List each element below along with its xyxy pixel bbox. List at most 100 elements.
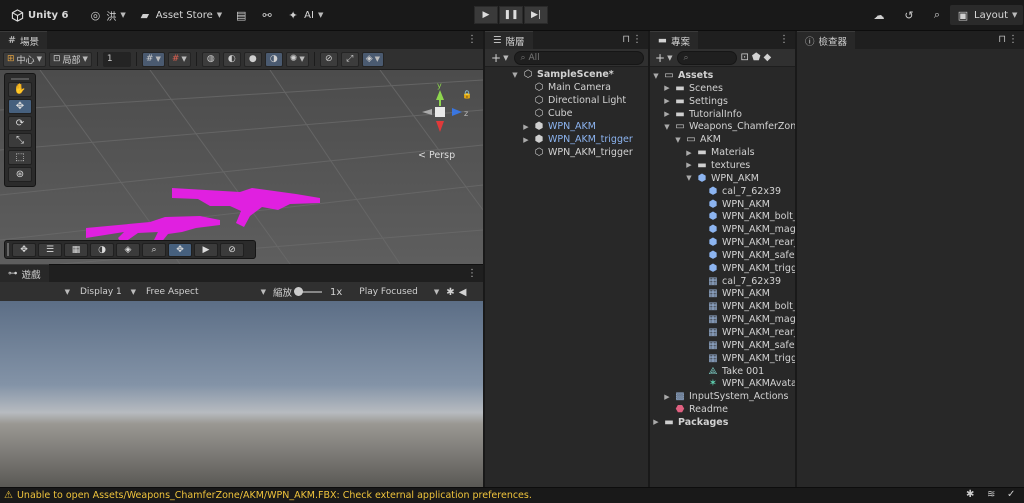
project-tree-item[interactable]: ▦ WPN_AKM_trigg [696,352,795,365]
tab-inspector[interactable]: ⓘ 檢查器 [797,31,856,49]
project-tree-item[interactable]: ⬢ WPN_AKM [696,198,770,211]
project-tree-item[interactable]: ▦ WPN_AKM_safe [696,339,794,352]
grid-visibility-button[interactable]: # ▼ [141,51,165,67]
overlay-lighting-button[interactable]: ◑ [90,242,114,257]
asset-store-button[interactable]: ▰ Asset Store ▼ [132,5,228,25]
project-tree-item[interactable]: ⬢ WPN_AKM_rear_ [696,236,795,249]
overlay-grid-button[interactable]: ▦ [64,242,88,257]
overlay-compass-button[interactable]: ⊘ [220,242,244,257]
fold-open-icon[interactable]: ▼ [652,72,660,80]
scale-tool-button[interactable]: ⤡ [8,133,32,148]
ai-button[interactable]: ✦ AI ▼ [280,5,329,25]
layers-dropdown[interactable]: ◈ ▼ [361,51,385,67]
lock-icon[interactable]: ⊓ [622,34,630,45]
hand-tool-button[interactable]: ✋ [8,82,32,97]
scene-viewport[interactable]: y z 🔒 < Persp [0,70,483,264]
hierarchy-item-cube[interactable]: ⬡ Cube [522,107,573,120]
bug-icon[interactable]: ✱ [446,287,454,298]
overlay-navigate-button[interactable]: ✥ [168,242,192,257]
project-tree-item[interactable]: ▶ ▬ Settings [663,95,728,108]
hierarchy-item-wpn-akm-trigger[interactable]: ⬡ WPN_AKM_trigger [522,146,633,159]
fold-open-icon[interactable]: ▼ [674,136,682,144]
panel-menu-icon[interactable]: ⋮ [467,34,477,45]
search-by-type-icon[interactable]: ⊡ [740,52,748,63]
overlay-camera-button[interactable]: ▶ [194,242,218,257]
project-search-input[interactable]: ⌕ [677,50,738,65]
package-manager-button[interactable]: ▤ [228,5,254,25]
fold-open-icon[interactable]: ▼ [685,174,693,182]
project-tree-item[interactable]: ▼ ▭ AKM [674,133,721,146]
project-tree-item[interactable]: ▶ ▬ textures [685,159,750,172]
space-mode-dropdown[interactable]: ⊡ 局部 ▼ [48,51,92,67]
shading-lit-button[interactable]: ◑ [264,51,283,67]
overlay-layers-button[interactable]: ◈ [116,242,140,257]
project-tree-item[interactable]: ▦ WPN_AKM_rear_ [696,326,795,339]
pause-button[interactable]: ❚❚ [499,6,523,24]
fold-closed-icon[interactable]: ▶ [522,123,530,131]
tab-hierarchy[interactable]: ☰ 階層 [485,31,533,49]
scale-slider-thumb[interactable] [294,287,304,296]
persp-label[interactable]: < Persp [418,150,455,161]
audio-icon[interactable]: ◀ [459,287,467,298]
debug-bug-icon[interactable]: ✱ [966,489,974,500]
play-mode-dropdown[interactable]: Play Focused ▼ [356,284,443,300]
step-button[interactable]: ▶| [524,6,548,24]
fold-closed-icon[interactable]: ▶ [663,110,671,118]
hierarchy-item-wpn-akm[interactable]: ▶ ⬢ WPN_AKM [522,120,596,133]
project-tree-item[interactable]: ▦ cal_7_62x39 [696,275,781,288]
project-tree-item[interactable]: ▼ ▭ Weapons_ChamferZone [663,120,795,133]
overlay-ui-button[interactable]: ☰ [38,242,62,257]
project-tree-item[interactable]: ▶ ▬ Scenes [663,82,723,95]
fold-closed-icon[interactable]: ▶ [663,84,671,92]
game-view-type-dropdown[interactable]: ▼ [3,284,73,300]
project-tree-item[interactable]: ▶ ▩ InputSystem_Actions [663,390,788,403]
display-dropdown[interactable]: Display 1 ▼ [77,284,139,300]
cloud-button[interactable]: ☁ [866,5,892,25]
project-tree-item[interactable]: ▶ ▬ TutorialInfo [663,108,742,121]
fold-closed-icon[interactable]: ▶ [522,136,530,144]
rotate-tool-button[interactable]: ⟳ [8,116,32,131]
project-tree-item[interactable]: ⬢ WPN_AKM_mag [696,223,795,236]
progress-layers-icon[interactable]: ≋ [987,489,995,500]
panel-menu-icon[interactable]: ⋮ [467,268,477,279]
toolbox-drag-handle[interactable] [11,76,29,80]
tab-scene[interactable]: # 場景 [0,31,47,49]
hierarchy-item-wpn-akm-trigger-prefab[interactable]: ▶ ⬢ WPN_AKM_trigger [522,133,632,146]
draw-mode-button[interactable]: ◍ [201,51,220,67]
aspect-dropdown[interactable]: Free Aspect ▼ [143,284,269,300]
scene-root-row[interactable]: ▼ ⬡ SampleScene* [511,68,613,81]
project-tree-item[interactable]: ⬢ WPN_AKM_safe [696,249,795,262]
pivot-mode-dropdown[interactable]: ⊞ 中心 ▼ [3,51,46,67]
hierarchy-item-main-camera[interactable]: ⬡ Main Camera [522,81,611,94]
version-control-button[interactable]: ⚯ [254,5,280,25]
project-tree-item[interactable]: ⬣ Readme [663,403,728,416]
create-button[interactable]: + ▼ [488,51,511,65]
tool-settings-button[interactable]: ⤢ [340,51,359,67]
project-tree-item[interactable]: ▦ WPN_AKM [696,287,770,300]
favorites-icon[interactable]: ◆ [764,52,772,63]
fold-closed-icon[interactable]: ▶ [652,418,660,426]
scale-slider[interactable] [294,287,323,296]
fold-closed-icon[interactable]: ▶ [685,149,693,157]
create-asset-button[interactable]: + ▼ [653,51,674,65]
project-tree-item[interactable]: ▶ ▬ Materials [685,146,754,159]
overlay-move-button[interactable]: ✥ [12,242,36,257]
fold-open-icon[interactable]: ▼ [511,71,519,79]
shading-wire-button[interactable]: ◐ [222,51,241,67]
panel-menu-icon[interactable]: ⋮ [632,34,642,45]
check-circle-icon[interactable]: ✓ [1007,489,1015,500]
transform-tool-button[interactable]: ⊛ [8,167,32,182]
grid-snap-field[interactable]: 1 [102,51,131,67]
hierarchy-item-directional-light[interactable]: ⬡ Directional Light [522,94,626,107]
tab-game[interactable]: ⊶ 遊戲 [0,264,49,282]
tab-project[interactable]: ▬ 專案 [650,31,698,49]
project-tree-item[interactable]: ⬢ WPN_AKM_bolt_ [696,210,795,223]
panel-menu-icon[interactable]: ⋮ [779,34,789,45]
lock-icon[interactable]: ⊓ [998,34,1006,45]
project-tree-item[interactable]: ▼ ⬢ WPN_AKM [685,172,759,185]
gizmo-toggle-button[interactable]: ⊘ [319,51,338,67]
rect-tool-button[interactable]: ⬚ [8,150,32,165]
unity-account-button[interactable]: Unity 6 [4,5,74,25]
move-tool-button[interactable]: ✥ [8,99,32,114]
overlay-search-button[interactable]: ⌕ [142,242,166,257]
